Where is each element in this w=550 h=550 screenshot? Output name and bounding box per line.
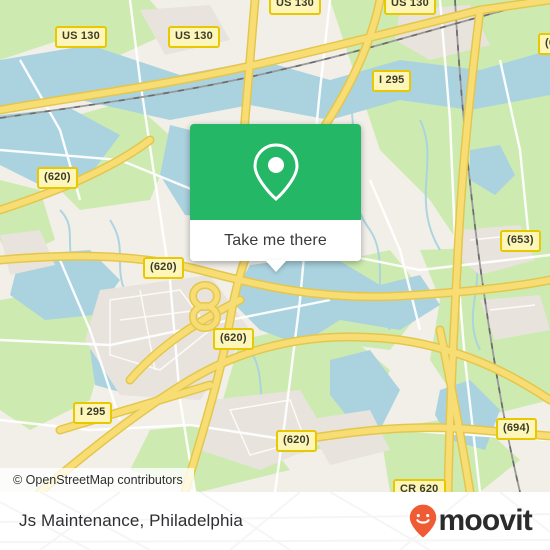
osm-attribution[interactable]: © OpenStreetMap contributors: [0, 468, 194, 492]
road-shield: (620): [213, 328, 254, 350]
map-canvas[interactable]: US 130 US 130 US 130 US 130 I 295 (620) …: [0, 0, 550, 492]
road-shield: US 130: [168, 26, 220, 48]
road-shield: CR 620: [393, 479, 446, 492]
road-shield: (620): [37, 167, 78, 189]
road-shield: (653): [500, 230, 541, 252]
road-shield: (620): [276, 430, 317, 452]
road-shield: I 295: [73, 402, 113, 424]
popup-pointer-tail: [264, 260, 287, 272]
road-shield: I 295: [372, 70, 412, 92]
location-popup[interactable]: Take me there: [190, 124, 361, 272]
road-shield: US 130: [269, 0, 321, 15]
moovit-pin-icon: [410, 504, 437, 538]
map-pin-icon: [252, 143, 299, 201]
road-shield: (694): [496, 418, 537, 440]
moovit-wordmark: moovit: [438, 504, 532, 537]
road-shield: (6: [538, 33, 550, 55]
map-screen: US 130 US 130 US 130 US 130 I 295 (620) …: [0, 0, 550, 550]
place-title: Js Maintenance, Philadelphia: [19, 511, 243, 530]
moovit-logo[interactable]: moovit: [409, 504, 533, 538]
popup-cta-panel[interactable]: Take me there: [190, 220, 361, 272]
footer-bar: Js Maintenance, Philadelphia moovit: [0, 492, 550, 550]
popup-icon-panel: [190, 124, 361, 220]
road-shield: US 130: [384, 0, 436, 15]
osm-attribution-text: © OpenStreetMap contributors: [13, 473, 183, 487]
road-shield: (620): [143, 257, 184, 279]
road-shield: US 130: [55, 26, 107, 48]
take-me-there-label: Take me there: [224, 231, 327, 249]
